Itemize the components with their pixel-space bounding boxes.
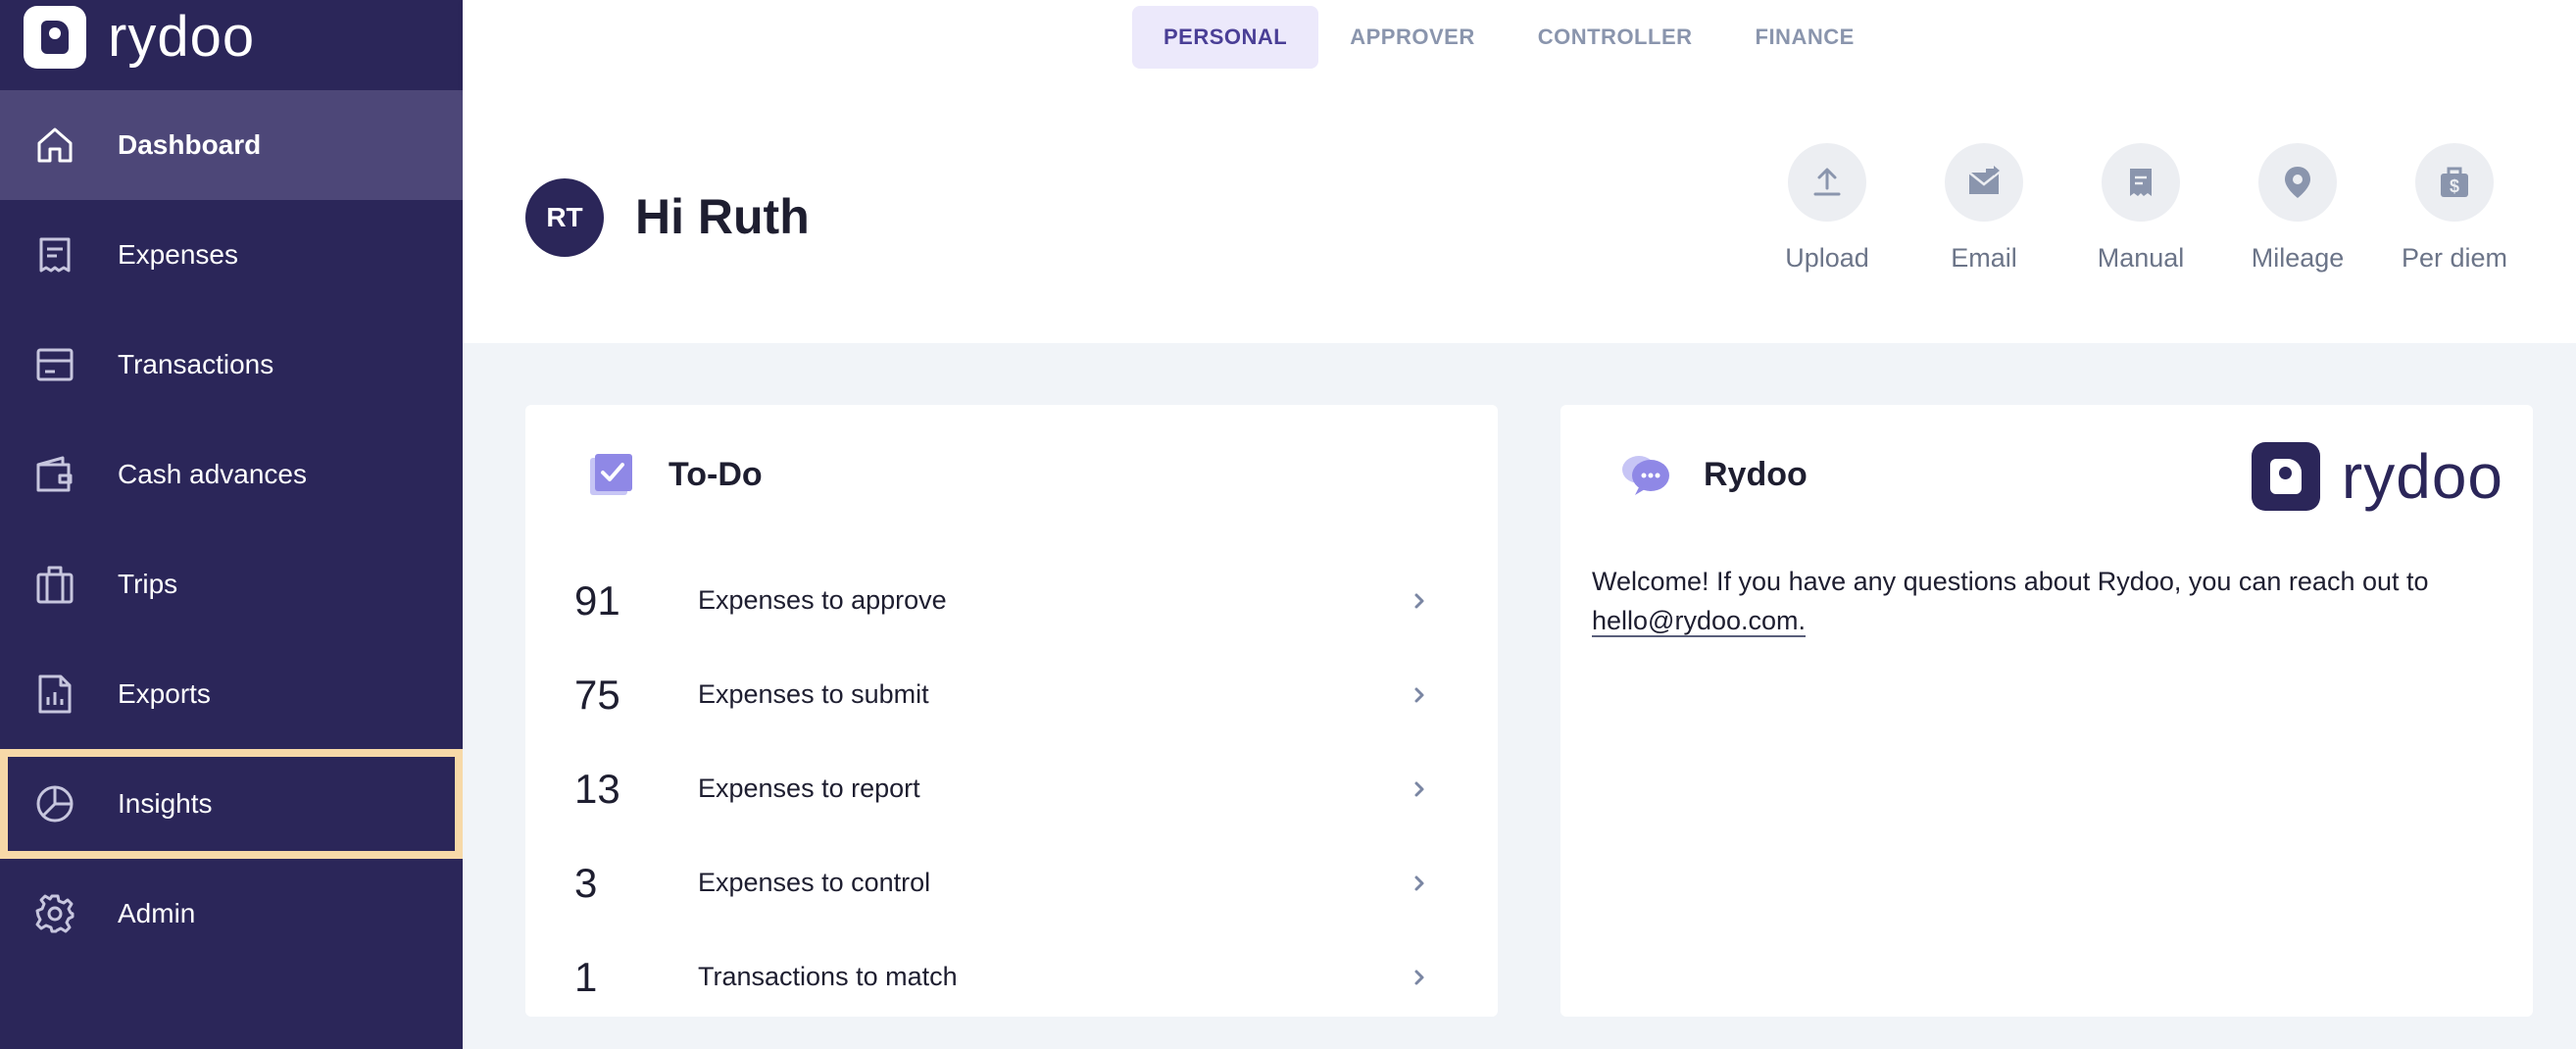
rydoo-logo-icon — [2251, 442, 2320, 511]
rydoo-card-title: Rydoo — [1704, 456, 1808, 493]
welcome-message: Welcome! If you have any questions about… — [1592, 562, 2503, 640]
home-icon — [33, 124, 76, 167]
todo-label: Expenses to approve — [698, 585, 947, 615]
tab-personal[interactable]: PERSONAL — [1132, 6, 1319, 69]
manual-button[interactable]: Manual — [2067, 143, 2214, 274]
todo-label: Expenses to control — [698, 868, 931, 897]
chevron-right-icon — [1408, 681, 1431, 709]
upload-button[interactable]: Upload — [1754, 143, 1901, 274]
todo-item-expenses-to-approve[interactable]: 91 Expenses to approve — [525, 552, 1498, 646]
brand-logo[interactable]: rydoo — [24, 6, 255, 69]
sidebar-item-label: Expenses — [118, 239, 238, 270]
gear-icon — [33, 892, 76, 935]
sidebar-item-trips[interactable]: Trips — [0, 529, 463, 639]
sidebar-item-expenses[interactable]: Expenses — [0, 200, 463, 310]
todo-item-transactions-to-match[interactable]: 1 Transactions to match — [525, 928, 1498, 1017]
sidebar-item-insights[interactable]: Insights — [0, 749, 463, 859]
sidebar-item-label: Cash advances — [118, 459, 308, 489]
chevron-right-icon — [1408, 964, 1431, 991]
todo-label: Expenses to submit — [698, 679, 929, 709]
quick-action-label: Email — [1951, 243, 2017, 273]
todo-list: 91 Expenses to approve 75 Expenses to su… — [525, 552, 1498, 1017]
sidebar-item-label: Admin — [118, 898, 196, 928]
sidebar-item-dashboard[interactable]: Dashboard — [0, 90, 463, 200]
sidebar-item-exports[interactable]: Exports — [0, 639, 463, 749]
email-button[interactable]: Email — [1910, 143, 2057, 274]
card-icon — [33, 343, 76, 386]
todo-title: To-Do — [669, 456, 763, 493]
sidebar-item-label: Transactions — [118, 349, 274, 379]
todo-card: To-Do 91 Expenses to approve 75 Expenses… — [525, 405, 1498, 1017]
manual-receipt-icon — [2102, 143, 2180, 222]
per-diem-button[interactable]: $ Per diem — [2381, 143, 2528, 274]
quick-action-label: Manual — [2097, 243, 2185, 273]
todo-item-expenses-to-control[interactable]: 3 Expenses to control — [525, 834, 1498, 928]
tab-finance[interactable]: FINANCE — [1724, 6, 1886, 69]
receipt-icon — [33, 233, 76, 276]
chevron-right-icon — [1408, 870, 1431, 897]
todo-count: 13 — [574, 766, 620, 812]
welcome-text: Welcome! If you have any questions about… — [1592, 567, 2429, 596]
todo-item-expenses-to-report[interactable]: 13 Expenses to report — [525, 740, 1498, 834]
sidebar-item-label: Trips — [118, 569, 178, 599]
role-tabs: PERSONAL APPROVER CONTROLLER FINANCE — [1132, 6, 1886, 69]
role-tab-bar: PERSONAL APPROVER CONTROLLER FINANCE — [463, 0, 2576, 90]
sidebar-item-label: Insights — [118, 788, 213, 819]
sidebar-nav: Dashboard Expenses Transactions Cash adv… — [0, 90, 463, 969]
svg-text:$: $ — [2450, 176, 2459, 196]
rydoo-logo: rydoo — [2251, 441, 2503, 512]
chevron-right-icon — [1408, 775, 1431, 803]
quick-action-label: Upload — [1785, 243, 1869, 273]
chevron-right-icon — [1408, 587, 1431, 615]
quick-action-label: Mileage — [2251, 243, 2345, 273]
support-email-link[interactable]: hello@rydoo.com. — [1592, 606, 1807, 637]
tab-approver[interactable]: APPROVER — [1318, 6, 1506, 69]
todo-count: 91 — [574, 577, 620, 624]
sidebar-item-label: Exports — [118, 678, 211, 709]
location-pin-icon — [2258, 143, 2337, 222]
sidebar: rydoo Dashboard Expenses Transactions Ca… — [0, 0, 463, 1049]
chat-bubbles-icon — [1619, 452, 1672, 497]
todo-count: 1 — [574, 954, 598, 1000]
wallet-icon — [33, 453, 76, 496]
sidebar-item-admin[interactable]: Admin — [0, 859, 463, 969]
mileage-button[interactable]: Mileage — [2224, 143, 2371, 274]
luggage-icon — [33, 563, 76, 606]
per-diem-bag-icon: $ — [2415, 143, 2494, 222]
avatar[interactable]: RT — [525, 178, 604, 257]
rydoo-logo-icon — [24, 6, 86, 69]
greeting-header: RT Hi Ruth Upload Email Manual Mileage $… — [463, 90, 2576, 343]
todo-item-expenses-to-submit[interactable]: 75 Expenses to submit — [525, 646, 1498, 740]
quick-action-label: Per diem — [2401, 243, 2508, 273]
sidebar-item-label: Dashboard — [118, 129, 262, 160]
rydoo-card: Rydoo rydoo Welcome! If you have any que… — [1560, 405, 2533, 1017]
todo-checklist-icon — [586, 452, 635, 499]
upload-icon — [1788, 143, 1866, 222]
tab-controller[interactable]: CONTROLLER — [1507, 6, 1724, 69]
sidebar-item-cash-advances[interactable]: Cash advances — [0, 420, 463, 529]
brand-name: rydoo — [108, 5, 256, 69]
todo-count: 75 — [574, 672, 620, 718]
todo-label: Expenses to report — [698, 774, 920, 803]
report-chart-icon — [33, 673, 76, 716]
pie-chart-icon — [33, 782, 76, 825]
sidebar-item-transactions[interactable]: Transactions — [0, 310, 463, 420]
email-icon — [1945, 143, 2023, 222]
todo-label: Transactions to match — [698, 962, 958, 991]
page-title: Hi Ruth — [635, 189, 810, 244]
todo-count: 3 — [574, 860, 598, 906]
rydoo-logo-text: rydoo — [2341, 441, 2503, 512]
